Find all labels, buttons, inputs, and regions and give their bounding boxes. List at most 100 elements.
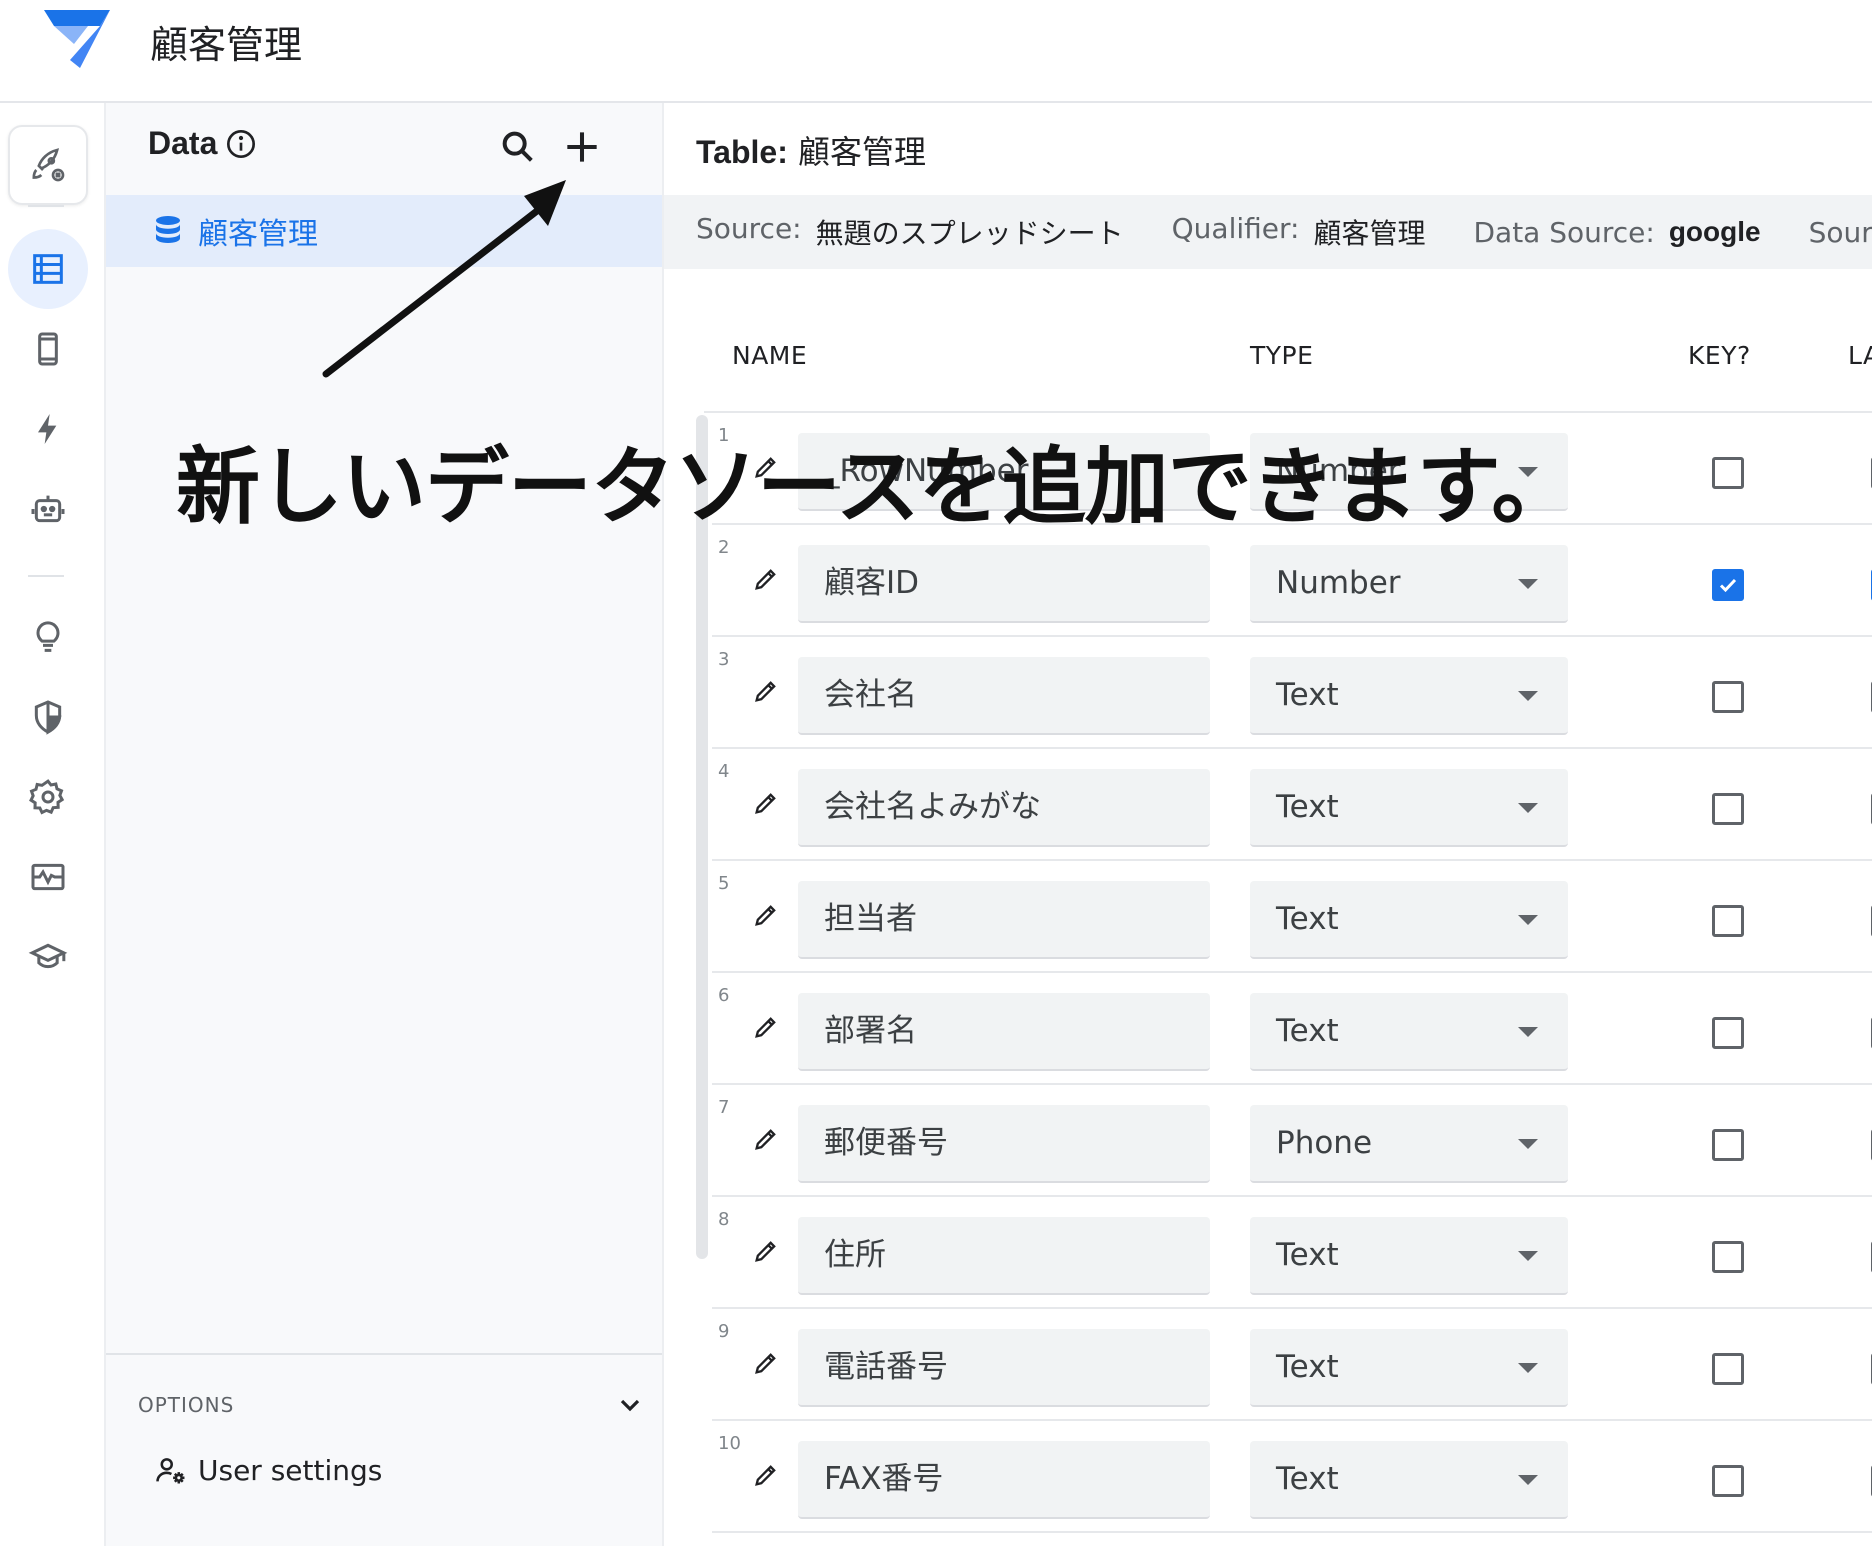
chevron-down-icon[interactable]: [614, 1389, 646, 1421]
rail-views-button[interactable]: [8, 309, 88, 389]
rail-separator: [28, 205, 64, 207]
dropdown-caret-icon: [1518, 915, 1538, 925]
pencil-icon[interactable]: [752, 1237, 780, 1265]
meta-data-source-value: google: [1668, 215, 1761, 247]
table-title-label: Table:: [696, 134, 788, 170]
column-type-select[interactable]: Text: [1250, 881, 1568, 959]
dropdown-caret-icon: [1518, 579, 1538, 589]
meta-data-source-label: Data Source:: [1473, 215, 1655, 249]
rail-security-button[interactable]: [8, 677, 88, 757]
column-type-select[interactable]: Text: [1250, 1217, 1568, 1295]
table-list-item[interactable]: 顧客管理: [106, 195, 662, 267]
column-type-value: Text: [1276, 789, 1339, 825]
data-icon: [33, 254, 63, 284]
appsheet-logo-icon[interactable]: [40, 8, 114, 68]
search-icon[interactable]: [498, 127, 538, 167]
key-checkbox[interactable]: [1712, 457, 1744, 489]
column-type-select[interactable]: Text: [1250, 769, 1568, 847]
pencil-icon[interactable]: [752, 1013, 780, 1041]
column-name-field[interactable]: 会社名: [798, 657, 1210, 735]
row-number: 7: [718, 1097, 730, 1118]
table-editor: Table: 顧客管理 Source: 無題のスプレッドシート Qualifie…: [664, 103, 1872, 1546]
pencil-icon[interactable]: [752, 677, 780, 705]
dropdown-caret-icon: [1518, 691, 1538, 701]
rail-automation-button[interactable]: [8, 389, 88, 469]
column-type-select[interactable]: Text: [1250, 657, 1568, 735]
scrollbar[interactable]: [696, 415, 708, 1259]
key-checkbox[interactable]: [1712, 1241, 1744, 1273]
rail-learn-button[interactable]: [8, 917, 88, 997]
column-header-type: TYPE: [1250, 341, 1314, 370]
meta-source-value[interactable]: 無題のスプレッドシート: [816, 212, 1124, 252]
row-number: 9: [718, 1321, 730, 1342]
rail-data-button[interactable]: [8, 229, 88, 309]
column-type-select[interactable]: Text: [1250, 993, 1568, 1071]
rocket-icon: [32, 148, 65, 182]
column-type-select[interactable]: Text: [1250, 1441, 1568, 1519]
key-checkbox[interactable]: [1712, 1017, 1744, 1049]
rail-settings-button[interactable]: [8, 757, 88, 837]
info-icon[interactable]: [225, 128, 257, 160]
column-name-field[interactable]: FAX番号: [798, 1441, 1210, 1519]
column-name-field[interactable]: 顧客ID: [798, 545, 1210, 623]
table-title-name: 顧客管理: [798, 133, 927, 171]
key-checkbox[interactable]: [1712, 793, 1744, 825]
key-checkbox[interactable]: [1712, 681, 1744, 713]
key-checkbox[interactable]: [1712, 569, 1744, 601]
pencil-icon[interactable]: [752, 789, 780, 817]
row-number: 4: [718, 761, 730, 782]
meta-source-label: Source:: [696, 212, 802, 245]
rail-intelligence-button[interactable]: [8, 597, 88, 677]
column-header-name: NAME: [732, 341, 808, 370]
top-bar: 顧客管理: [0, 0, 1872, 103]
key-checkbox[interactable]: [1712, 905, 1744, 937]
column-name-field[interactable]: 郵便番号: [798, 1105, 1210, 1183]
key-checkbox[interactable]: [1712, 1465, 1744, 1497]
column-name-field[interactable]: 担当者: [798, 881, 1210, 959]
column-name-field[interactable]: 会社名よみがな: [798, 769, 1210, 847]
monitor-icon: [31, 863, 65, 891]
rail-monitor-button[interactable]: [8, 837, 88, 917]
dropdown-caret-icon: [1518, 1475, 1538, 1485]
rail-rocket-button[interactable]: [8, 125, 88, 205]
navigation-rail: [0, 103, 106, 1546]
key-checkbox[interactable]: [1712, 1353, 1744, 1385]
meta-qualifier-label: Qualifier:: [1171, 212, 1300, 245]
pencil-icon[interactable]: [752, 565, 780, 593]
pencil-icon[interactable]: [752, 1461, 780, 1489]
gear-icon: [29, 779, 65, 815]
column-row: 8 住所 Text: [712, 1197, 1872, 1309]
column-name-field[interactable]: 部署名: [798, 993, 1210, 1071]
row-number: 8: [718, 1209, 730, 1230]
column-type-select[interactable]: Phone: [1250, 1105, 1568, 1183]
pencil-icon[interactable]: [752, 1125, 780, 1153]
column-type-value: Text: [1276, 1237, 1339, 1273]
dropdown-caret-icon: [1518, 1363, 1538, 1373]
meta-qualifier-value: 顧客管理: [1313, 217, 1426, 250]
panel-title-text: Data: [148, 125, 218, 161]
column-name-field[interactable]: 電話番号: [798, 1329, 1210, 1407]
column-type-value: Text: [1276, 1013, 1339, 1049]
column-name-field[interactable]: 住所: [798, 1217, 1210, 1295]
annotation-text: 新しいデータソースを追加できます。: [176, 438, 1575, 536]
user-settings-item[interactable]: User settings: [154, 1453, 382, 1487]
app-title: 顧客管理: [150, 23, 303, 67]
table-meta-bar: Source: 無題のスプレッドシート Qualifier: 顧客管理 Data…: [664, 195, 1872, 269]
add-data-source-button[interactable]: [560, 125, 604, 169]
pencil-icon[interactable]: [752, 1349, 780, 1377]
column-row: 3 会社名 Text: [712, 637, 1872, 749]
data-panel: Data 顧客管理 OPTIONS User settings: [106, 103, 664, 1546]
user-settings-label: User settings: [198, 1453, 383, 1487]
dropdown-caret-icon: [1518, 803, 1538, 813]
pencil-icon[interactable]: [752, 901, 780, 929]
panel-title: Data: [148, 125, 257, 162]
row-number: 10: [718, 1433, 741, 1454]
column-row: 10 FAX番号 Text: [712, 1421, 1872, 1533]
user-settings-icon: [156, 1458, 185, 1484]
key-checkbox[interactable]: [1712, 1129, 1744, 1161]
bot-icon: [31, 495, 65, 523]
column-type-select[interactable]: Number: [1250, 545, 1568, 623]
rail-bot-button[interactable]: [8, 469, 88, 549]
column-row: 6 部署名 Text: [712, 973, 1872, 1085]
column-type-select[interactable]: Text: [1250, 1329, 1568, 1407]
